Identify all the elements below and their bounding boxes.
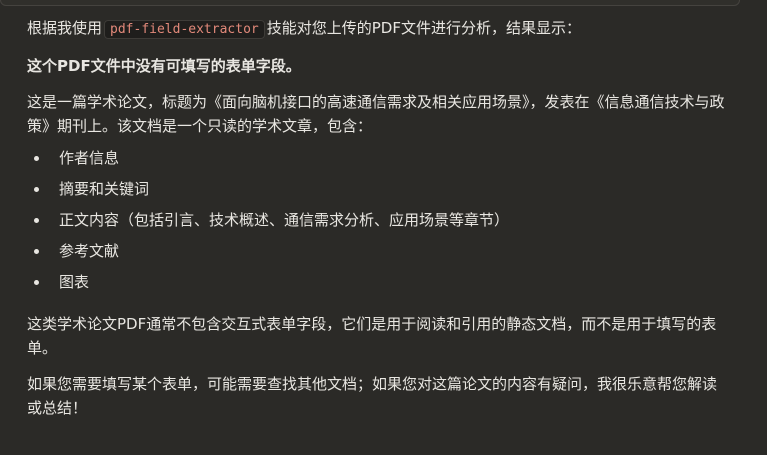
list-item: 图表 [27,270,727,294]
bullet-icon [34,218,39,223]
list-item: 参考文献 [27,239,727,263]
previous-message-edge [0,0,740,6]
intro-paragraph: 根据我使用 pdf-field-extractor 技能对您上传的PDF文件进行分析… [27,16,727,42]
list-item-text: 参考文献 [59,242,120,260]
assistant-message: 根据我使用 pdf-field-extractor 技能对您上传的PDF文件进行分析… [27,16,727,420]
list-item-text: 作者信息 [59,149,120,167]
closing-paragraph: 如果您需要填写某个表单，可能需要查找其他文档；如果您对这篇论文的内容有疑问，我很… [27,375,718,417]
list-item-text: 图表 [59,273,90,291]
intro-text-after: 技能对您上传的PDF文件进行分析，结果显示： [266,19,581,37]
list-item: 摘要和关键词 [27,177,727,201]
bullet-icon [34,187,39,192]
tool-name-code: pdf-field-extractor [104,20,265,39]
list-item-text: 摘要和关键词 [59,180,150,198]
description-paragraph: 这是一篇学术论文，标题为《面向脑机接口的高速通信需求及相关应用场景》，发表在《信… [27,93,725,135]
intro-text-before: 根据我使用 [27,19,103,37]
content-list: 作者信息 摘要和关键词 正文内容（包括引言、技术概述、通信需求分析、应用场景等章… [27,146,727,294]
note-paragraph: 这类学术论文PDF通常不包含交互式表单字段，它们是用于阅读和引用的静态文档，而不… [27,315,717,357]
list-item: 正文内容（包括引言、技术概述、通信需求分析、应用场景等章节） [27,208,727,232]
bullet-icon [34,280,39,285]
list-item: 作者信息 [27,146,727,170]
list-item-text: 正文内容（包括引言、技术概述、通信需求分析、应用场景等章节） [59,211,510,229]
bullet-icon [34,156,39,161]
bullet-icon [34,249,39,254]
finding-bold: 这个PDF文件中没有可填写的表单字段。 [27,57,301,75]
